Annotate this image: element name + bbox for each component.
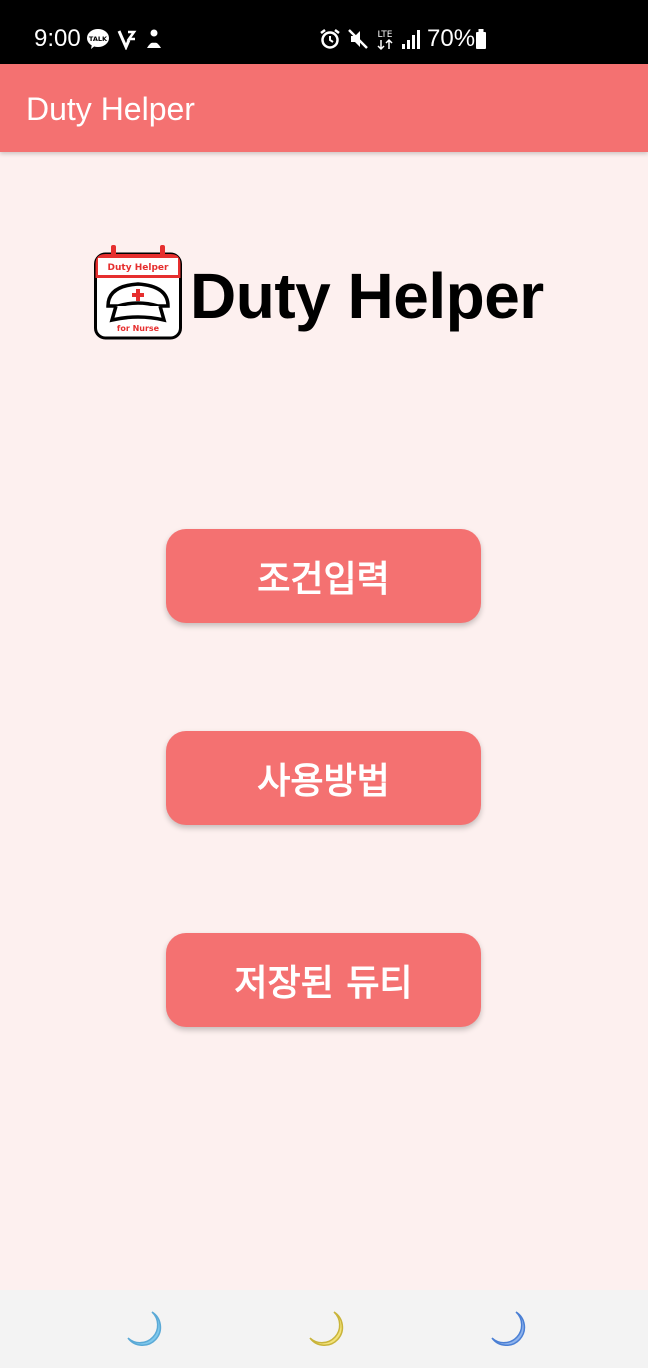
moon-icon-center[interactable]	[304, 1308, 348, 1352]
svg-text:Duty Helper: Duty Helper	[108, 263, 169, 273]
app-bar-title: Duty Helper	[26, 91, 195, 127]
v-app-icon	[116, 26, 138, 52]
moon-icon-left[interactable]	[122, 1308, 166, 1352]
moon-icon-right[interactable]	[486, 1308, 530, 1352]
lte-icon: LTE	[374, 26, 396, 52]
kakaotalk-icon: TALK	[86, 26, 110, 52]
battery-percentage: 70%	[427, 25, 476, 52]
status-time: 9:00	[34, 25, 81, 52]
svg-text:LTE: LTE	[378, 30, 393, 40]
svg-text:for Nurse: for Nurse	[117, 324, 160, 333]
status-bar: 9:00 TALK LTE 70%	[0, 0, 648, 64]
mute-icon	[346, 26, 370, 52]
svg-text:TALK: TALK	[89, 35, 108, 43]
alarm-icon	[318, 26, 342, 52]
saved-duty-button[interactable]: 저장된 듀티	[166, 933, 481, 1027]
app-logo: Duty Helper for Nurse	[94, 244, 182, 340]
how-to-use-button[interactable]: 사용방법	[166, 731, 481, 825]
signal-icon	[400, 26, 422, 52]
navigation-bar	[0, 1290, 648, 1368]
battery-icon	[474, 26, 488, 52]
person-icon	[143, 26, 165, 52]
app-bar: Duty Helper	[0, 64, 648, 152]
app-headline: Duty Helper	[190, 260, 544, 332]
condition-input-button[interactable]: 조건입력	[166, 529, 481, 623]
